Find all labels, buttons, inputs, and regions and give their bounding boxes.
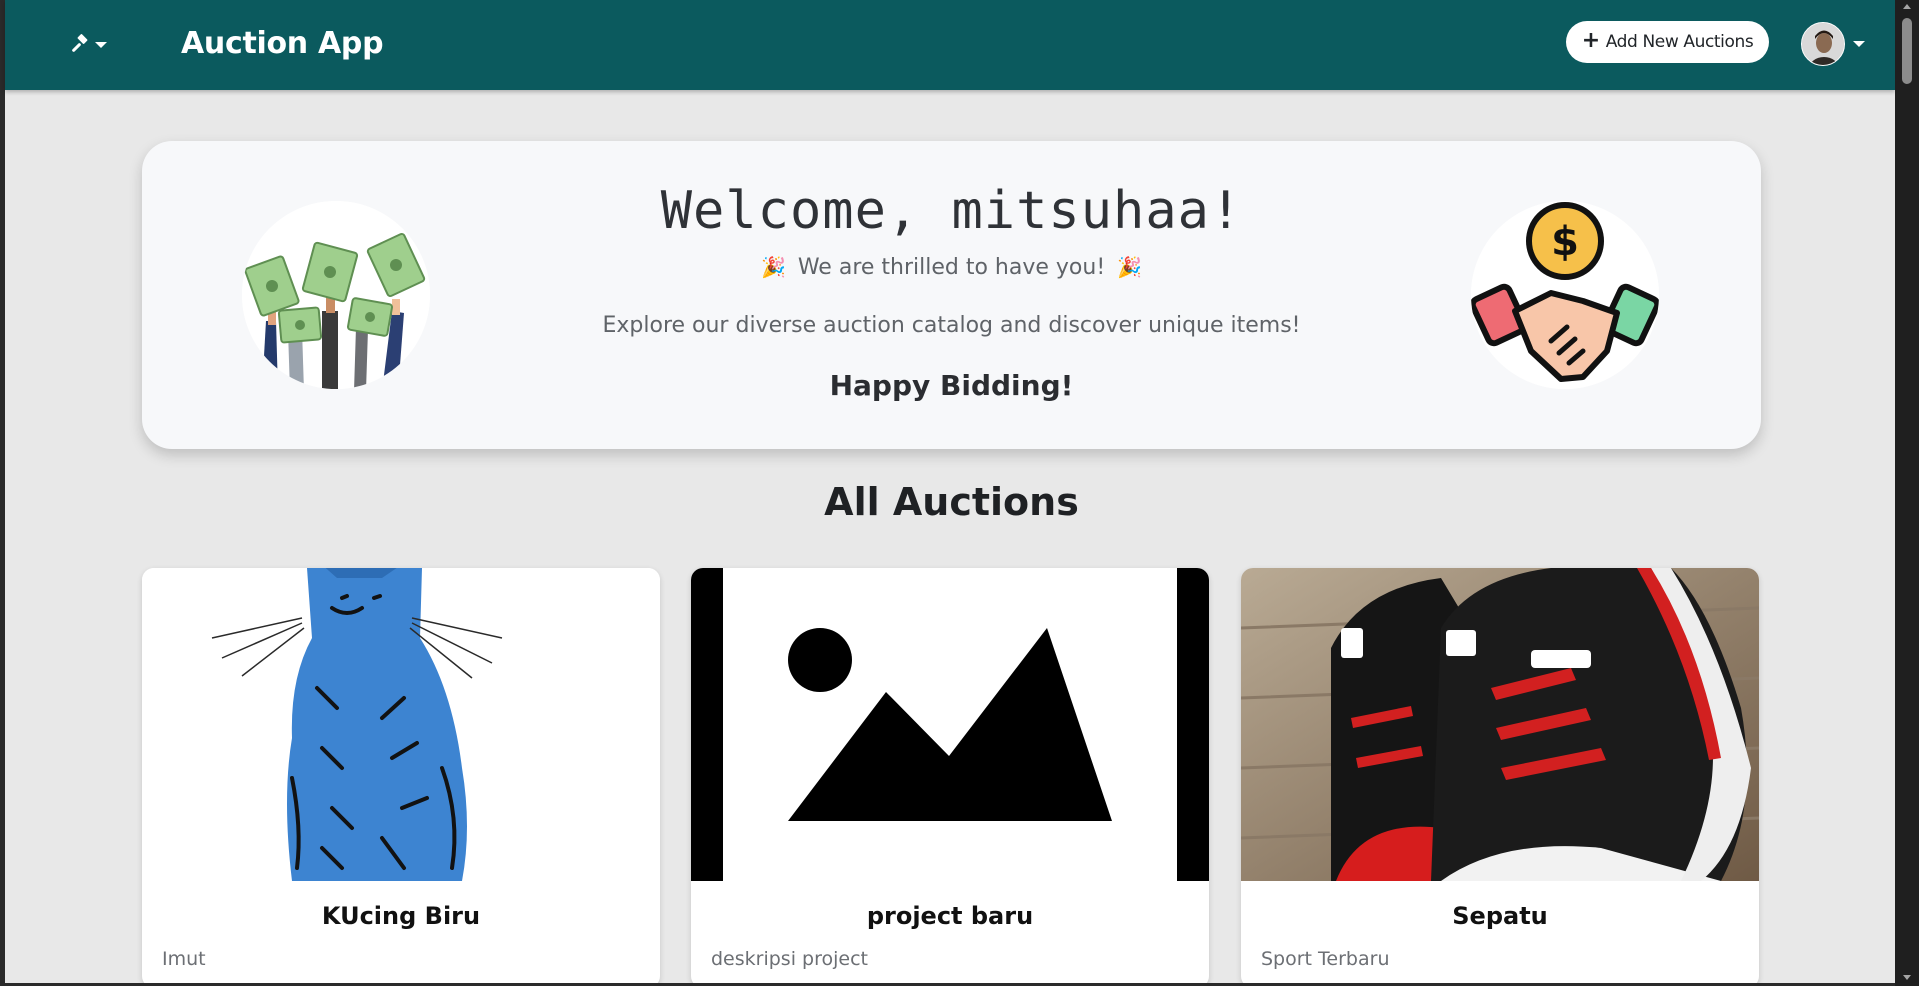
gavel-icon [72,34,88,52]
black-red-sneaker-photo [1241,568,1759,881]
auction-card-description: Imut [162,948,206,970]
scroll-down-icon[interactable] [1903,975,1911,980]
auction-card-title: Sepatu [1452,902,1548,930]
party-popper-icon: 🎉 [1117,255,1143,279]
add-new-auction-label: Add New Auctions [1605,32,1754,52]
brand-menu-toggle[interactable] [69,32,113,58]
window-frame-left [0,0,5,986]
add-new-auction-button[interactable]: + Add New Auctions [1566,21,1769,63]
image-placeholder-icon [691,568,1209,881]
chevron-down-icon [1853,41,1865,47]
auction-card[interactable]: Sepatu Sport Terbaru [1241,568,1759,986]
auction-card[interactable]: KUcing Biru Imut [142,568,660,986]
svg-text:$: $ [1551,219,1579,265]
vertical-scrollbar[interactable] [1895,0,1919,986]
user-menu-toggle[interactable] [1801,22,1865,66]
auction-card-description: deskripsi project [711,948,868,970]
chevron-down-icon [95,42,107,48]
welcome-subtitle-text: We are thrilled to have you! [797,255,1106,280]
handshake-dollar-illustration: $ [1471,201,1659,389]
auction-card-title: KUcing Biru [321,902,481,930]
navbar: Auction App + Add New Auctions [5,0,1895,90]
scroll-up-icon[interactable] [1903,4,1911,9]
auction-card-title: project baru [866,902,1034,930]
plus-icon: + [1581,28,1600,53]
blue-cat-painting [142,568,660,881]
avatar [1801,22,1845,66]
party-popper-icon: 🎉 [760,255,786,279]
all-auctions-heading: All Auctions [824,480,1079,524]
auction-card-description: Sport Terbaru [1261,948,1390,970]
welcome-card: Welcome, mitsuhaa! 🎉 We are thrilled to h… [142,141,1761,449]
scrollbar-thumb[interactable] [1902,18,1912,84]
app-title[interactable]: Auction App [181,26,384,61]
auction-card[interactable]: project baru deskripsi project [691,568,1209,986]
